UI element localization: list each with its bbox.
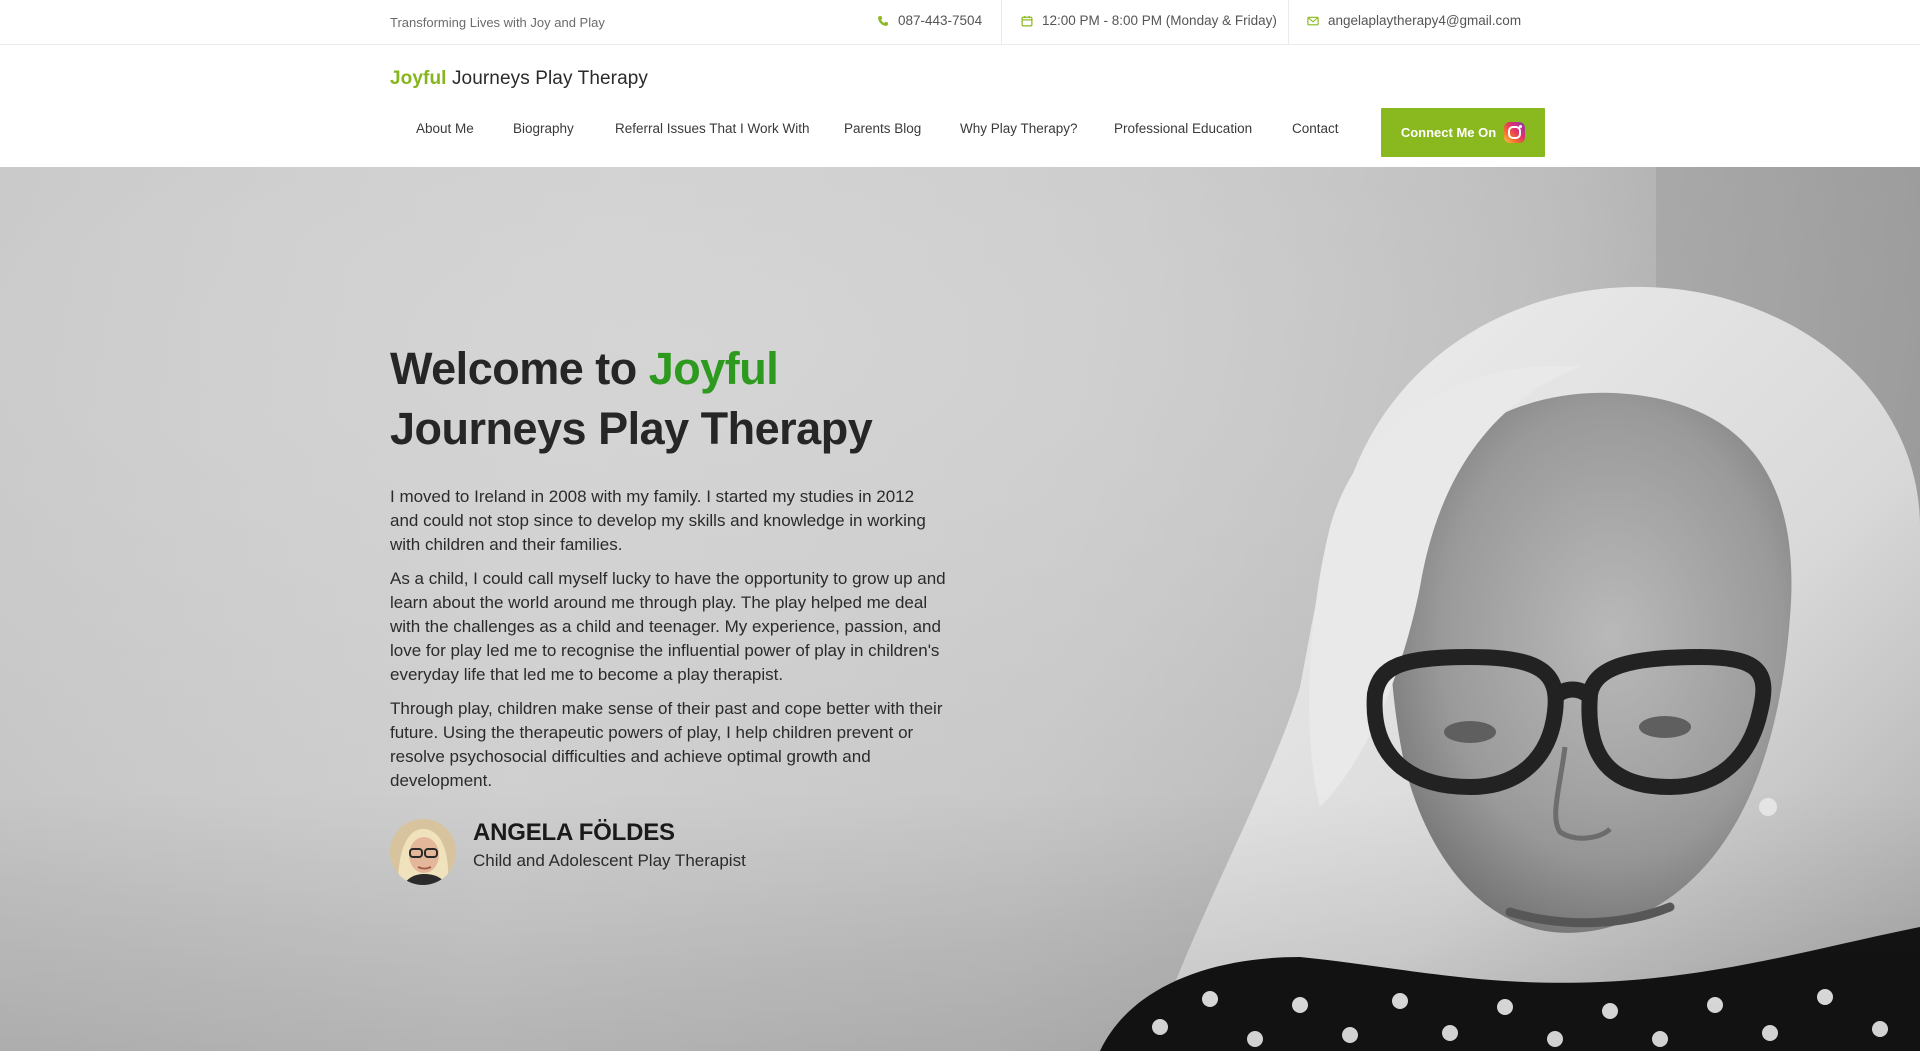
- hero-section: Welcome to Joyful Journeys Play Therapy …: [0, 167, 1920, 1051]
- nav-why-play-therapy[interactable]: Why Play Therapy?: [960, 121, 1078, 136]
- instagram-icon: [1504, 122, 1526, 143]
- divider: [1288, 0, 1289, 44]
- avatar-portrait: [390, 819, 456, 885]
- mail-icon: [1307, 16, 1319, 25]
- phone-icon: [878, 15, 888, 26]
- phone-number: 087-443-7504: [898, 13, 983, 28]
- hero-title: Welcome to Joyful Journeys Play Therapy: [390, 339, 950, 459]
- hours-contact: 12:00 PM - 8:00 PM (Monday & Friday): [1021, 13, 1277, 28]
- logo-accent: Joyful: [390, 68, 447, 89]
- phone-contact[interactable]: 087-443-7504: [877, 13, 982, 28]
- nav-biography[interactable]: Biography: [513, 121, 574, 136]
- hero-portrait-photo: [0, 167, 1920, 1051]
- nav-about-me[interactable]: About Me: [416, 121, 474, 136]
- hero-title-prefix: Welcome to: [390, 343, 649, 394]
- logo-text: Journeys Play Therapy: [446, 68, 649, 89]
- hero-text: I moved to Ireland in 2008 with my famil…: [390, 485, 950, 793]
- hero-title-accent: Joyful: [648, 343, 779, 394]
- avatar: [390, 819, 456, 885]
- therapist-name: ANGELA FÖLDES: [473, 819, 675, 846]
- cta-label: Connect Me On: [1400, 125, 1497, 140]
- opening-hours: 12:00 PM - 8:00 PM (Monday & Friday): [1042, 13, 1277, 28]
- nav-contact[interactable]: Contact: [1292, 121, 1339, 136]
- nav-parents-blog[interactable]: Parents Blog: [844, 121, 921, 136]
- hero-content: Welcome to Joyful Journeys Play Therapy …: [390, 339, 950, 889]
- site-logo[interactable]: Joyful Journeys Play Therapy: [390, 68, 648, 90]
- site-header: Joyful Journeys Play Therapy About Me Bi…: [0, 45, 1920, 167]
- nav-professional-education[interactable]: Professional Education: [1114, 121, 1252, 136]
- calendar-icon: [1021, 15, 1033, 26]
- email-address: angelaplaytherapy4@gmail.com: [1328, 13, 1522, 28]
- childhood-paragraph: As a child, I could call myself lucky to…: [390, 569, 946, 684]
- nav-referral-issues[interactable]: Referral Issues That I Work With: [615, 121, 810, 136]
- hero-title-line2: Journeys Play Therapy: [390, 403, 873, 454]
- therapy-paragraph: Through play, children make sense of the…: [390, 699, 943, 790]
- intro-paragraph: I moved to Ireland in 2008 with my famil…: [390, 487, 926, 554]
- connect-instagram-button[interactable]: Connect Me On: [1381, 108, 1545, 157]
- therapist-profile: ANGELA FÖLDES Child and Adolescent Play …: [390, 819, 950, 889]
- email-contact[interactable]: angelaplaytherapy4@gmail.com: [1307, 13, 1521, 28]
- therapist-role: Child and Adolescent Play Therapist: [473, 851, 746, 870]
- tagline: Transforming Lives with Joy and Play: [390, 15, 605, 30]
- divider: [1001, 0, 1002, 44]
- top-bar: Transforming Lives with Joy and Play 087…: [0, 0, 1920, 45]
